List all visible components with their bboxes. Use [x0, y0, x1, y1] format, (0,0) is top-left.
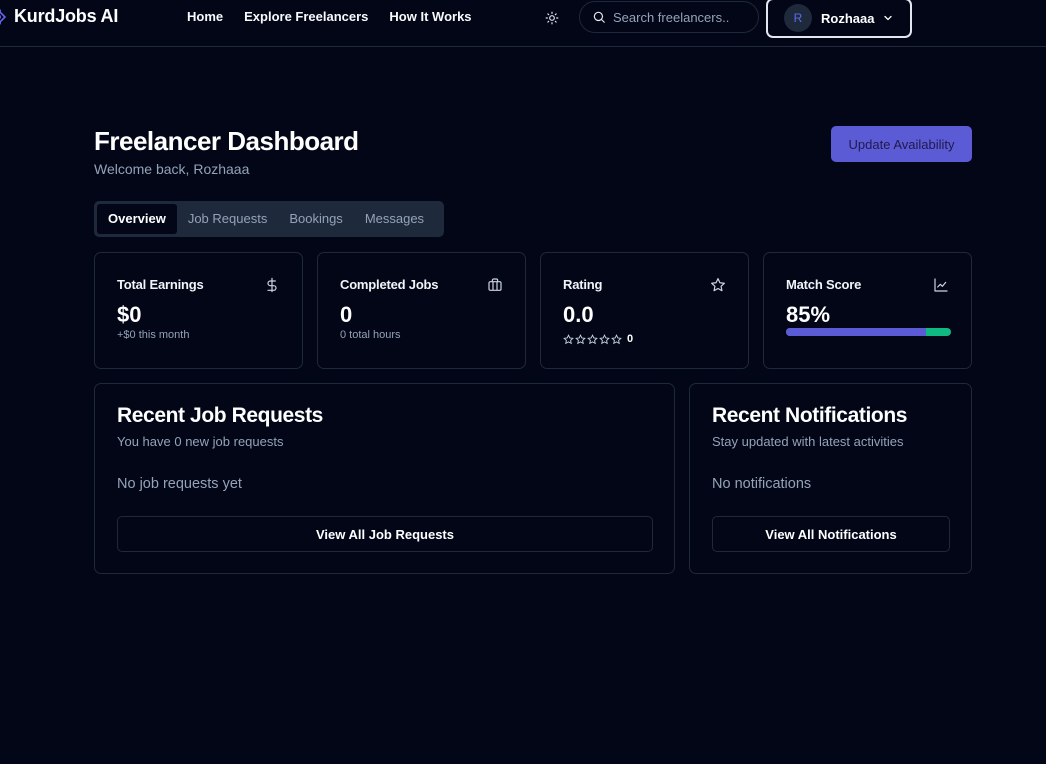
- stat-value: $0: [117, 302, 142, 327]
- review-count: 0: [627, 333, 634, 345]
- match-score-progress: [786, 328, 951, 336]
- nav-link-how-it-works[interactable]: How It Works: [389, 9, 471, 24]
- view-all-notifications-button[interactable]: View All Notifications: [712, 516, 950, 552]
- update-availability-button[interactable]: Update Availability: [831, 126, 972, 162]
- welcome-message: Welcome back, Rozhaaa: [94, 161, 250, 177]
- star-outline-icon: [587, 333, 598, 344]
- chevron-down-icon: [884, 15, 893, 21]
- stat-value: 85%: [786, 302, 831, 327]
- user-name: Rozhaaa: [821, 10, 875, 26]
- stat-label: Total Earnings: [117, 277, 204, 292]
- logo-icon: [0, 8, 7, 25]
- empty-state: No notifications: [712, 476, 812, 492]
- brand-name: KurdJobs AI: [14, 6, 119, 26]
- main-nav: Home Explore Freelancers How It Works: [187, 9, 493, 24]
- search-input[interactable]: [613, 9, 753, 25]
- user-menu-button[interactable]: R Rozhaaa: [766, 0, 912, 38]
- top-navbar: KurdJobs AI Home Explore Freelancers How…: [0, 0, 1046, 47]
- view-all-job-requests-button[interactable]: View All Job Requests: [117, 516, 653, 552]
- chart-line-icon: [934, 278, 948, 292]
- search-icon: [593, 11, 605, 23]
- stat-subtext: +$0 this month: [117, 329, 190, 341]
- stat-label: Completed Jobs: [340, 277, 439, 292]
- tab-job-requests[interactable]: Job Requests: [177, 204, 279, 234]
- completed-jobs-card: Completed Jobs 0 0 total hours: [317, 252, 526, 369]
- star-outline-icon: [575, 333, 586, 344]
- star-rating: 0: [563, 333, 633, 345]
- tab-overview[interactable]: Overview: [97, 204, 177, 234]
- star-outline-icon: [611, 333, 622, 344]
- stat-label: Match Score: [786, 277, 862, 292]
- tab-bookings[interactable]: Bookings: [278, 204, 353, 234]
- total-earnings-card: Total Earnings $0 +$0 this month: [94, 252, 303, 369]
- rating-card: Rating 0.0 0: [540, 252, 749, 369]
- card-subtitle: You have 0 new job requests: [117, 434, 284, 449]
- page-title: Freelancer Dashboard: [94, 126, 359, 156]
- match-score-card: Match Score 85%: [763, 252, 972, 369]
- progress-fill: [786, 328, 927, 336]
- search-box[interactable]: [579, 1, 759, 33]
- card-title: Recent Job Requests: [117, 404, 323, 427]
- recent-job-requests-card: Recent Job Requests You have 0 new job r…: [94, 383, 675, 574]
- star-outline-icon: [563, 333, 574, 344]
- nav-link-explore-freelancers[interactable]: Explore Freelancers: [244, 9, 368, 24]
- briefcase-icon: [488, 278, 502, 291]
- empty-state: No job requests yet: [117, 476, 242, 492]
- theme-toggle-button[interactable]: [543, 9, 561, 27]
- card-subtitle: Stay updated with latest activities: [712, 434, 904, 449]
- avatar: R: [784, 4, 812, 32]
- nav-link-home[interactable]: Home: [187, 9, 223, 24]
- sun-icon: [545, 11, 559, 25]
- brand[interactable]: KurdJobs AI: [0, 6, 118, 27]
- stat-value: 0.0: [563, 302, 594, 327]
- recent-notifications-card: Recent Notifications Stay updated with l…: [689, 383, 972, 574]
- stat-label: Rating: [563, 277, 603, 292]
- star-icon: [711, 278, 725, 292]
- star-outline-icon: [599, 333, 610, 344]
- stat-value: 0: [340, 302, 353, 327]
- stat-subtext: 0 total hours: [340, 329, 401, 341]
- dollar-icon: [267, 277, 277, 293]
- dashboard-tabs: Overview Job Requests Bookings Messages: [94, 201, 444, 237]
- tab-messages[interactable]: Messages: [354, 204, 435, 234]
- card-title: Recent Notifications: [712, 404, 908, 427]
